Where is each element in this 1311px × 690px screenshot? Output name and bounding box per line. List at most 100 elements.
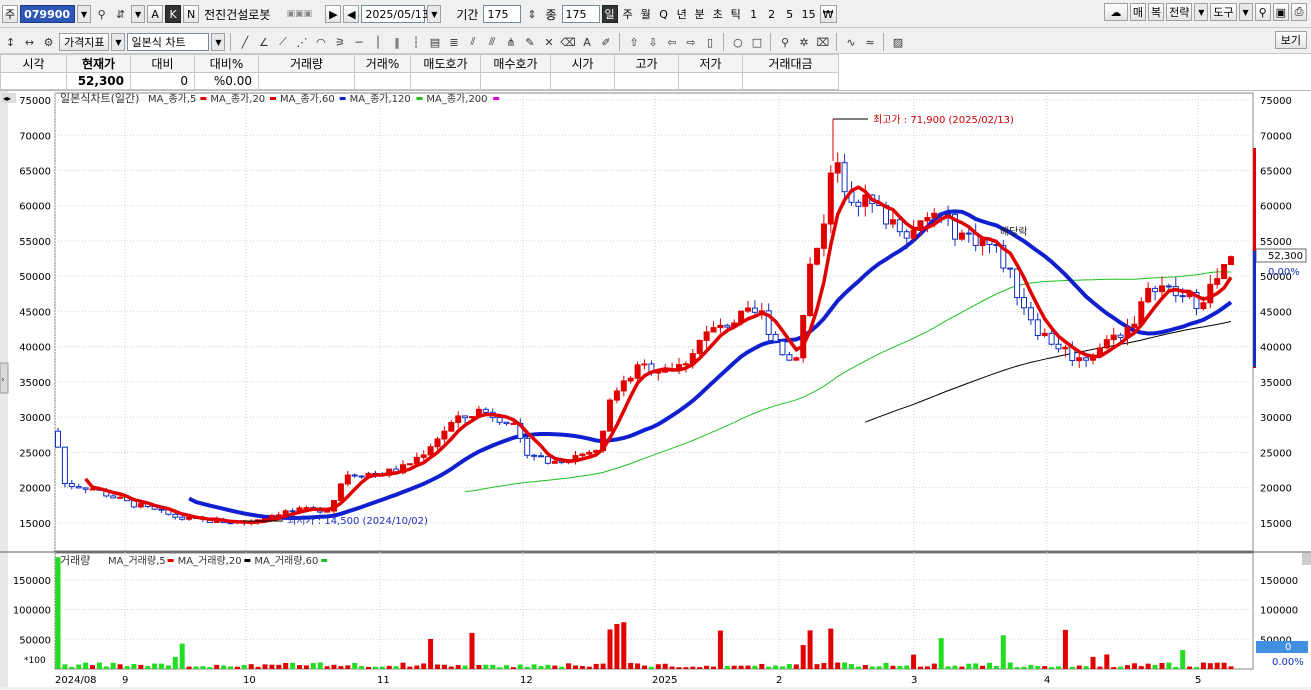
- arrow-up-icon[interactable]: ⇧: [625, 33, 642, 51]
- search-tool-icon[interactable]: ⚲: [1254, 3, 1271, 21]
- angle-line-icon[interactable]: ∠: [255, 33, 272, 51]
- pencil-icon[interactable]: ✎: [521, 33, 538, 51]
- chart-area[interactable]: › ◂▸ 75000 75000 70000 70000 65000 65000 60000…: [0, 91, 1311, 687]
- cross-icon[interactable]: ✕: [540, 33, 557, 51]
- btn-k[interactable]: K: [165, 5, 182, 23]
- chart-image-icon[interactable]: ▨: [889, 33, 906, 51]
- tools-button[interactable]: 도구: [1210, 3, 1237, 21]
- market-select[interactable]: 주: [2, 5, 19, 23]
- strategy-button[interactable]: 전략: [1166, 3, 1193, 21]
- interval-minute[interactable]: 분: [692, 5, 708, 23]
- chart-type-select[interactable]: 일본식 차트: [127, 33, 210, 51]
- horizontal-line-icon[interactable]: ─: [350, 33, 367, 51]
- legend-swatch: [270, 97, 276, 100]
- btn-buy[interactable]: 매: [1129, 3, 1146, 21]
- arrow-left-icon[interactable]: ⇦: [663, 33, 680, 51]
- interval-year[interactable]: 년: [674, 5, 690, 23]
- magic-icon[interactable]: ✲: [795, 33, 812, 51]
- vertical-arrows-icon[interactable]: ↕: [2, 33, 19, 51]
- rectangle-icon[interactable]: □: [748, 33, 765, 51]
- collapse-arrow-icon[interactable]: ›: [1, 375, 5, 385]
- interval-day[interactable]: 일: [601, 5, 618, 23]
- trend-line-icon[interactable]: ╱: [236, 33, 253, 51]
- interval-2[interactable]: 2: [764, 5, 780, 23]
- volume-panel-menu-icon[interactable]: [1302, 553, 1311, 565]
- interval-quarter[interactable]: Q: [656, 5, 672, 23]
- volume-bar: [876, 666, 882, 669]
- volume-bar: [55, 557, 61, 669]
- channel-icon[interactable]: ⫻: [483, 33, 500, 51]
- btn-restore[interactable]: 복: [1147, 3, 1165, 21]
- vertical-line-icon[interactable]: │: [369, 33, 386, 51]
- cloud-icon[interactable]: ☁: [1103, 3, 1128, 21]
- fibo-retrace-icon[interactable]: ≣: [445, 33, 462, 51]
- print-icon[interactable]: ⎙: [1291, 3, 1307, 21]
- spin-icon[interactable]: ⇕: [523, 5, 540, 23]
- eraser-icon[interactable]: ⌫: [559, 33, 576, 51]
- sort-dropdown-icon[interactable]: ▼: [131, 5, 146, 23]
- arc-icon[interactable]: ◠: [312, 33, 329, 51]
- interval-month[interactable]: 월: [638, 5, 654, 23]
- fibo-time-icon[interactable]: ┆: [407, 33, 424, 51]
- price-tick-right: 70000: [1260, 131, 1292, 142]
- x-tick-label: 11: [377, 675, 390, 686]
- save-icon[interactable]: ▣: [1272, 3, 1289, 21]
- interval-custom-icon[interactable]: ₩: [819, 5, 837, 23]
- cycle-lines-icon[interactable]: ‖: [388, 33, 405, 51]
- volume-bar: [579, 665, 585, 669]
- indicator-button[interactable]: 가격지표: [59, 33, 110, 51]
- speed-line-icon[interactable]: ⫽: [464, 33, 481, 51]
- interval-5[interactable]: 5: [782, 5, 798, 23]
- indicator-dropdown-icon[interactable]: ▼: [111, 33, 126, 51]
- search-icon[interactable]: ⚲: [93, 5, 110, 23]
- view-button[interactable]: 보기: [1274, 31, 1307, 49]
- date-input[interactable]: 2025/05/13: [361, 5, 429, 23]
- volume-bar: [635, 663, 641, 669]
- interval-15[interactable]: 15: [800, 5, 818, 23]
- chart-type-dropdown-icon[interactable]: ▼: [211, 33, 226, 51]
- wave-icon[interactable]: ∿: [842, 33, 859, 51]
- wave2-icon[interactable]: ≈: [861, 33, 878, 51]
- date-dropdown-icon[interactable]: ▼: [427, 5, 442, 23]
- volume-bar: [724, 665, 730, 669]
- note-icon[interactable]: ▯: [701, 33, 718, 51]
- arrow-right-icon[interactable]: ⇨: [682, 33, 699, 51]
- volume-bar: [366, 666, 371, 669]
- grid-icon[interactable]: ▤: [426, 33, 443, 51]
- volume-bar: [345, 665, 351, 669]
- period-input[interactable]: 175: [483, 5, 522, 23]
- settings-icon[interactable]: ⚙: [40, 33, 57, 51]
- strategy-dropdown-icon[interactable]: ▼: [1194, 3, 1209, 21]
- btn-n[interactable]: N: [183, 5, 200, 23]
- code-dropdown-icon[interactable]: ▼: [77, 5, 92, 23]
- volume-bar: [704, 665, 710, 669]
- interval-tick[interactable]: 틱: [728, 5, 744, 23]
- next-button[interactable]: ▶: [325, 5, 342, 23]
- count-label: 종: [545, 7, 557, 22]
- andrews-pitchfork-icon[interactable]: ⋔: [502, 33, 519, 51]
- sort-icon[interactable]: ⇵: [112, 5, 129, 23]
- x-tick-label: 2025: [652, 675, 677, 686]
- circle-icon[interactable]: ○: [729, 33, 746, 51]
- count-input[interactable]: 175: [561, 5, 600, 23]
- gann-fan-icon[interactable]: ⚞: [331, 33, 348, 51]
- candlestick-chart[interactable]: › ◂▸ 75000 75000 70000 70000 65000 65000 60000…: [0, 91, 1311, 687]
- interval-1[interactable]: 1: [746, 5, 762, 23]
- interval-week[interactable]: 주: [620, 5, 636, 23]
- fan-line-icon[interactable]: ⋰: [293, 33, 310, 51]
- arrow-down-icon[interactable]: ⇩: [644, 33, 661, 51]
- interval-second[interactable]: 초: [710, 5, 726, 23]
- btn-a[interactable]: A: [147, 5, 164, 23]
- volume-bar: [310, 663, 316, 669]
- prev-button[interactable]: ◀: [343, 5, 360, 23]
- stock-code-input[interactable]: 079900: [20, 5, 76, 23]
- delete-all-icon[interactable]: ⌧: [814, 33, 831, 51]
- volume-bar: [276, 664, 282, 669]
- zoom-icon[interactable]: ⚲: [776, 33, 793, 51]
- ray-line-icon[interactable]: ⟋: [274, 33, 291, 51]
- edit-text-icon[interactable]: ✐: [597, 33, 614, 51]
- stock-name: 전진건설로봇: [204, 7, 271, 22]
- horizontal-arrows-icon[interactable]: ↔: [21, 33, 38, 51]
- text-tool-icon[interactable]: A: [578, 33, 595, 51]
- tools-dropdown-icon[interactable]: ▼: [1238, 3, 1253, 21]
